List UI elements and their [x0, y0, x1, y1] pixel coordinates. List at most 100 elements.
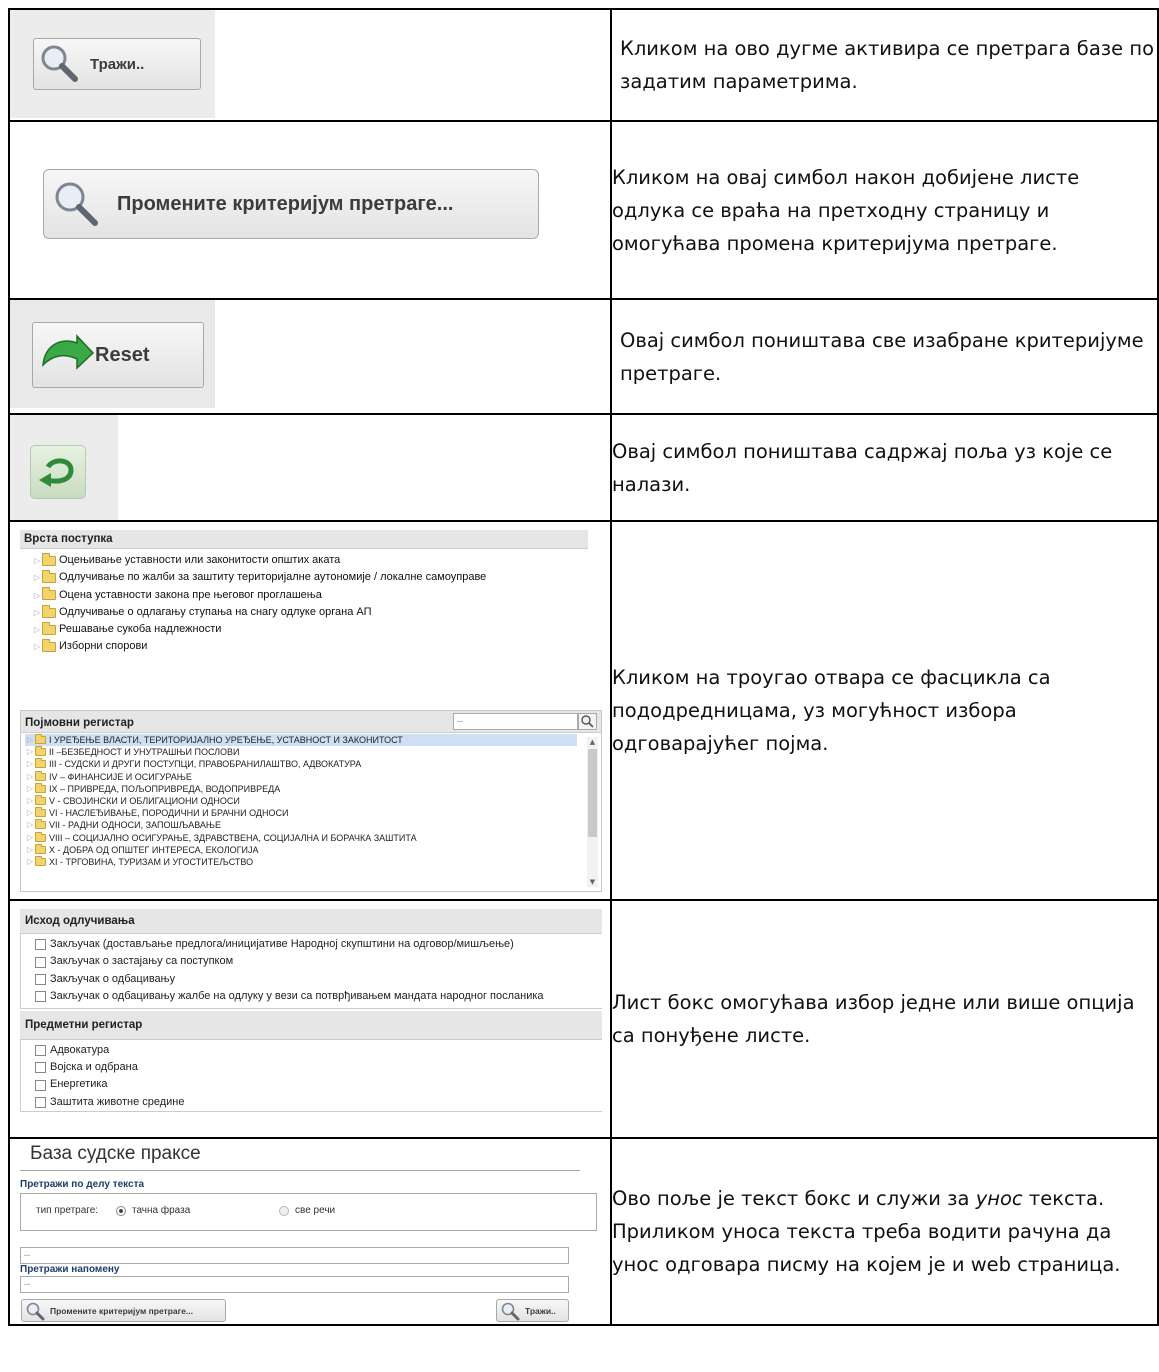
- scroll-thumb[interactable]: [588, 749, 597, 837]
- cell-description: Ово поље је текст бокс и служи за унос т…: [610, 1137, 1159, 1326]
- expand-triangle-icon[interactable]: ▷: [32, 552, 42, 569]
- folder-icon: [42, 569, 56, 583]
- case-law-title: База судске праксе: [30, 1143, 201, 1164]
- tree-item[interactable]: ▷ X - ДОБРА ОД ОПШТЕГ ИНТЕРЕСА, ЕКОЛОГИЈА: [25, 843, 577, 856]
- tree-item[interactable]: ▷ Одлучивање по жалби за заштиту територи…: [32, 569, 588, 586]
- checkbox-item[interactable]: Војска и одбрана: [31, 1059, 602, 1076]
- row-textbox: База судске праксе Претражи по делу текс…: [8, 1137, 1159, 1326]
- cell-description: Овај симбол поништава садржај поља уз ко…: [610, 413, 1159, 522]
- checkbox-item[interactable]: Закључак о одбацивању: [31, 971, 602, 988]
- search-button[interactable]: Тражи..: [33, 38, 201, 90]
- cell-image: Врста поступка ▷ Оцењивање уставности или…: [8, 520, 612, 901]
- checkbox-item[interactable]: Адвокатура: [31, 1042, 602, 1059]
- case-law-panel: База судске праксе Претражи по делу текс…: [20, 1140, 602, 1323]
- scroll-down-arrow-icon[interactable]: ▼: [587, 877, 598, 887]
- folder-icon: [42, 621, 56, 635]
- scroll-up-arrow-icon[interactable]: ▲: [587, 737, 598, 747]
- undo-icon[interactable]: [30, 445, 86, 499]
- cell-description: Кликом на ово дугме активира се претрага…: [610, 8, 1159, 122]
- checkbox[interactable]: [35, 1062, 46, 1074]
- outcome-panel: Исход одлучивања Закључак (достављање пр…: [20, 909, 602, 1113]
- tree-item[interactable]: ▷ Оцена уставности закона пре његовог про…: [32, 587, 588, 604]
- checkbox-item[interactable]: Закључак (достављање предлога/иницијатив…: [31, 936, 602, 953]
- change-criteria-small-button[interactable]: Промените критеријум претраге...: [21, 1299, 226, 1322]
- tree-item[interactable]: ▷ XI - ТРГОВИНА, ТУРИЗАМ И УГОСТИТЕЉСТВО: [25, 855, 577, 868]
- tree-item[interactable]: ▷ IV – ФИНАНСИЈЕ И ОСИГУРАЊЕ: [25, 770, 577, 783]
- tree-item[interactable]: ▷ V - СВОЈИНСКИ И ОБЛИГАЦИОНИ ОДНОСИ: [25, 795, 577, 807]
- tree-item[interactable]: ▷ Оцењивање уставности или законитости оп…: [32, 552, 588, 569]
- folder-icon: [35, 746, 46, 757]
- folder-icon: [35, 819, 46, 830]
- change-criteria-label: Промените критеријум претраге...: [117, 192, 454, 215]
- cell-image: Промените критеријум претраге...: [8, 120, 612, 300]
- row-undo: Овај симбол поништава садржај поља уз ко…: [8, 413, 1159, 522]
- checkbox[interactable]: [35, 1096, 46, 1108]
- cell-image: Исход одлучивања Закључак (достављање пр…: [8, 899, 612, 1139]
- change-criteria-button[interactable]: Промените критеријум претраге...: [43, 169, 539, 239]
- row-listbox: Исход одлучивања Закључак (достављање пр…: [8, 899, 1159, 1139]
- checkbox-item[interactable]: Енергетика: [31, 1076, 602, 1093]
- folder-icon: [35, 782, 46, 793]
- magnifier-icon: [38, 43, 84, 85]
- tree-item[interactable]: ▷ II –БЕЗБЕДНОСТ И УНУТРАШЊИ ПОСЛОВИ: [25, 746, 577, 758]
- cell-image: База судске праксе Претражи по делу текс…: [8, 1137, 612, 1326]
- tree-item[interactable]: ▷ III - СУДСКИ И ДРУГИ ПОСТУПЦИ, ПРАВОБРА…: [25, 758, 577, 770]
- expand-triangle-icon[interactable]: ▷: [32, 587, 42, 604]
- folder-icon: [42, 639, 56, 653]
- term-register-title: Појмовни регистар: [25, 717, 134, 729]
- checkbox[interactable]: [35, 956, 46, 968]
- outcome-title: Исход одлучивања: [20, 909, 602, 934]
- cell-image: Reset: [8, 298, 612, 415]
- term-search-button[interactable]: [578, 713, 597, 730]
- tree-item-selected[interactable]: ▷ I УРЕЂЕЊЕ ВЛАСТИ, ТЕРИТОРИЈАЛНО УРЕЂЕЊЕ…: [25, 734, 577, 747]
- tree-item[interactable]: ▷ VIII – СОЦИЈАЛНО ОСИГУРАЊЕ, ЗДРАВСТВЕНА…: [25, 831, 577, 844]
- search-button-label: Тражи..: [90, 55, 145, 73]
- radio-exact-phrase[interactable]: тачна фраза: [116, 1205, 190, 1216]
- tree-item[interactable]: ▷ IX – ПРИВРЕДА, ПОЉОПРИВРЕДА, ВОДОПРИВРЕ…: [25, 782, 577, 795]
- cell-description: Лист бокс омогућава избор једне или више…: [610, 899, 1159, 1139]
- search-type-box: тип претраге: тачна фраза све речи: [20, 1193, 597, 1231]
- term-search-input[interactable]: --: [453, 713, 578, 730]
- radio-all-words[interactable]: све речи: [279, 1205, 335, 1216]
- checkbox[interactable]: [35, 1044, 46, 1056]
- checkbox-item[interactable]: Закључак о застајању са поступком: [31, 953, 602, 970]
- folder-icon: [35, 855, 46, 866]
- instructions-table: Тражи.. Кликом на ово дугме активира се …: [8, 8, 1159, 1326]
- search-icon: [581, 715, 594, 728]
- folder-icon: [35, 770, 46, 781]
- checkbox[interactable]: [35, 973, 46, 985]
- folder-icon: [35, 843, 46, 854]
- section-search-text: Претражи по делу текста: [20, 1179, 145, 1190]
- expand-triangle-icon[interactable]: ▷: [32, 638, 42, 655]
- checkbox[interactable]: [35, 991, 46, 1003]
- checkbox[interactable]: [35, 1079, 46, 1091]
- folder-icon: [35, 734, 46, 745]
- magnifier-icon: [51, 179, 103, 229]
- text-search-input[interactable]: --: [20, 1247, 569, 1264]
- checkbox[interactable]: [35, 939, 46, 951]
- tree-item[interactable]: ▷ Решавање сукоба надлежности: [32, 621, 588, 638]
- magnifier-icon: [26, 1302, 45, 1320]
- expand-triangle-icon[interactable]: ▷: [32, 621, 42, 638]
- expand-triangle-icon[interactable]: ▷: [32, 604, 42, 621]
- expand-triangle-icon[interactable]: ▷: [32, 569, 42, 586]
- row-tree: Врста поступка ▷ Оцењивање уставности или…: [8, 520, 1159, 901]
- tree-item[interactable]: ▷ VI - НАСЛЕЂИВАЊЕ, ПОРОДИЧНИ И БРАЧНИ ОД…: [25, 807, 577, 819]
- checkbox-item[interactable]: Заштита животне средине: [31, 1094, 602, 1111]
- row-search-button: Тражи.. Кликом на ово дугме активира се …: [8, 8, 1159, 122]
- note-search-input[interactable]: --: [20, 1276, 569, 1293]
- procedure-type-title: Врста поступка: [20, 530, 588, 549]
- reset-button[interactable]: Reset: [32, 322, 204, 388]
- folder-icon: [35, 807, 46, 818]
- folder-icon: [42, 587, 56, 601]
- tree-item[interactable]: ▷ Изборни спорови: [32, 638, 588, 655]
- scrollbar[interactable]: ▲ ▼: [587, 737, 598, 887]
- checkbox-item[interactable]: Закључак о одбацивању жалбе на одлуку у …: [31, 988, 602, 1005]
- search-small-button[interactable]: Тражи..: [496, 1299, 569, 1322]
- cell-image: [8, 413, 612, 522]
- cell-description: Кликом на овај симбол након добијене лис…: [610, 120, 1159, 300]
- tree-item[interactable]: ▷ Одлучивање о одлагању ступања на снагу …: [32, 604, 588, 621]
- folder-icon: [42, 604, 56, 618]
- tree-item[interactable]: ▷ VII - РАДНИ ОДНОСИ, ЗАПОШЉАВАЊЕ: [25, 819, 577, 831]
- subject-register-title: Предметни регистар: [20, 1010, 602, 1040]
